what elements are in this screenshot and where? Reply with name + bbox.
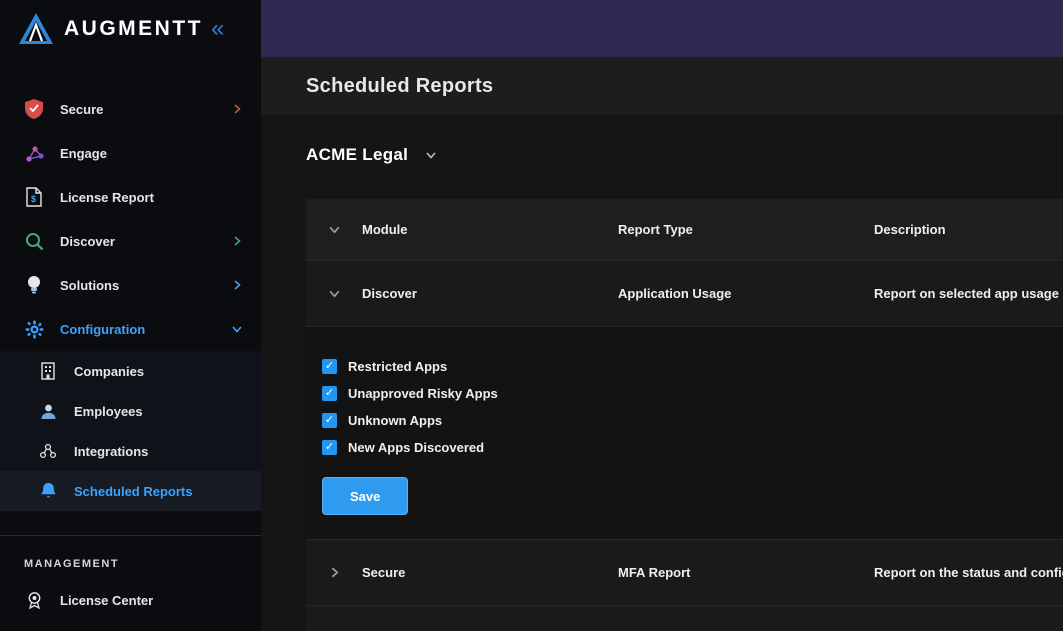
checkbox-row-new-apps-discovered[interactable]: ✓ New Apps Discovered: [322, 434, 1063, 461]
save-button[interactable]: Save: [322, 477, 408, 515]
sidebar-item-label: Scheduled Reports: [74, 484, 243, 499]
page-header: Scheduled Reports: [261, 57, 1063, 115]
cell-module: Secure: [362, 565, 618, 580]
sidebar-collapse-button[interactable]: «: [211, 17, 224, 41]
checkbox-row-restricted-apps[interactable]: ✓ Restricted Apps: [322, 353, 1063, 380]
column-header-report-type: Report Type: [618, 222, 874, 237]
lightbulb-icon: [24, 275, 44, 295]
magnifier-icon: [24, 231, 44, 251]
chevron-right-icon: [229, 279, 243, 291]
sidebar-item-label: Integrations: [74, 444, 243, 459]
scheduled-reports-table: Module Report Type Description Discover …: [306, 199, 1063, 631]
sidebar-item-configuration[interactable]: Configuration: [0, 307, 261, 351]
app-root: AUGMENTT « Secure Engage: [0, 0, 1063, 631]
sidebar-item-label: Solutions: [60, 278, 229, 293]
sidebar-item-label: License Center: [60, 593, 243, 608]
chevron-right-icon: [229, 103, 243, 115]
column-header-module: Module: [362, 222, 618, 237]
checkbox-label: Restricted Apps: [348, 359, 447, 374]
collapse-all-chevron-icon[interactable]: [306, 223, 362, 236]
row-expand-chevron-right-icon[interactable]: [306, 566, 362, 579]
sidebar-item-label: Engage: [60, 146, 229, 161]
sidebar-item-label: Discover: [60, 234, 229, 249]
people-network-icon: [38, 441, 58, 461]
checkbox-label: Unknown Apps: [348, 413, 442, 428]
sidebar-item-engage[interactable]: Engage: [0, 131, 261, 175]
sidebar-item-license-report[interactable]: $ License Report: [0, 175, 261, 219]
sidebar: AUGMENTT « Secure Engage: [0, 0, 261, 631]
sidebar-item-label: Companies: [74, 364, 243, 379]
building-icon: [38, 361, 58, 381]
chevron-down-icon: [229, 323, 243, 335]
column-header-description: Description: [874, 222, 1063, 237]
checkbox-label: Unapproved Risky Apps: [348, 386, 498, 401]
cell-description: Report on selected app usage m: [874, 286, 1063, 301]
cell-description: Report on the status and config: [874, 565, 1063, 580]
checkbox-row-unapproved-risky-apps[interactable]: ✓ Unapproved Risky Apps: [322, 380, 1063, 407]
sidebar-item-label: Employees: [74, 404, 243, 419]
person-icon: [38, 401, 58, 421]
table-row-secure[interactable]: Secure MFA Report Report on the status a…: [306, 540, 1063, 606]
sidebar-item-companies[interactable]: Companies: [0, 351, 261, 391]
sidebar-item-label: Secure: [60, 102, 229, 117]
cell-module: Discover: [362, 286, 618, 301]
network-nodes-icon: [24, 143, 44, 163]
sidebar-item-license-center[interactable]: License Center: [0, 580, 261, 620]
document-dollar-icon: $: [24, 187, 44, 207]
checkbox-checked-icon[interactable]: ✓: [322, 413, 337, 428]
row-expand-chevron-down-icon[interactable]: [306, 287, 362, 300]
chevron-right-icon: [229, 235, 243, 247]
license-badge-icon: [24, 590, 44, 610]
cell-report-type: MFA Report: [618, 565, 874, 580]
company-selector-value: ACME Legal: [306, 145, 408, 165]
company-selector[interactable]: ACME Legal: [306, 137, 438, 173]
shield-icon: [24, 99, 44, 119]
top-banner: [261, 0, 1063, 57]
sidebar-item-label: Configuration: [60, 322, 229, 337]
main-area: Scheduled Reports ACME Legal Module Repo…: [261, 0, 1063, 631]
checkbox-checked-icon[interactable]: ✓: [322, 386, 337, 401]
sidebar-item-label: License Report: [60, 190, 229, 205]
page-title: Scheduled Reports: [306, 75, 493, 98]
sidebar-item-discover[interactable]: Discover: [0, 219, 261, 263]
content-area: ACME Legal Module Report Type Descriptio…: [261, 115, 1063, 631]
bell-icon: [38, 481, 58, 501]
checkbox-label: New Apps Discovered: [348, 440, 484, 455]
table-row-license[interactable]: License License Report Report on license…: [306, 606, 1063, 631]
cell-report-type: Application Usage: [618, 286, 874, 301]
gear-icon: [24, 319, 44, 339]
checkbox-checked-icon[interactable]: ✓: [322, 440, 337, 455]
sidebar-nav: Secure Engage $ License Report: [0, 87, 261, 620]
configuration-submenu: Companies Employees Integrations: [0, 351, 261, 511]
table-header-row: Module Report Type Description: [306, 199, 1063, 261]
sidebar-item-solutions[interactable]: Solutions: [0, 263, 261, 307]
checkbox-checked-icon[interactable]: ✓: [322, 359, 337, 374]
table-row-discover[interactable]: Discover Application Usage Report on sel…: [306, 261, 1063, 327]
chevron-down-icon: [424, 148, 438, 162]
sidebar-item-scheduled-reports[interactable]: Scheduled Reports: [0, 471, 261, 511]
sidebar-item-employees[interactable]: Employees: [0, 391, 261, 431]
logo-bar: AUGMENTT «: [0, 0, 261, 57]
sidebar-item-integrations[interactable]: Integrations: [0, 431, 261, 471]
svg-text:$: $: [31, 194, 36, 204]
management-section-header: MANAGEMENT: [0, 536, 261, 580]
augmentt-logo-icon: [18, 12, 54, 46]
discover-expanded-panel: ✓ Restricted Apps ✓ Unapproved Risky App…: [306, 327, 1063, 540]
checkbox-row-unknown-apps[interactable]: ✓ Unknown Apps: [322, 407, 1063, 434]
brand-name: AUGMENTT: [64, 17, 203, 41]
sidebar-item-secure[interactable]: Secure: [0, 87, 261, 131]
